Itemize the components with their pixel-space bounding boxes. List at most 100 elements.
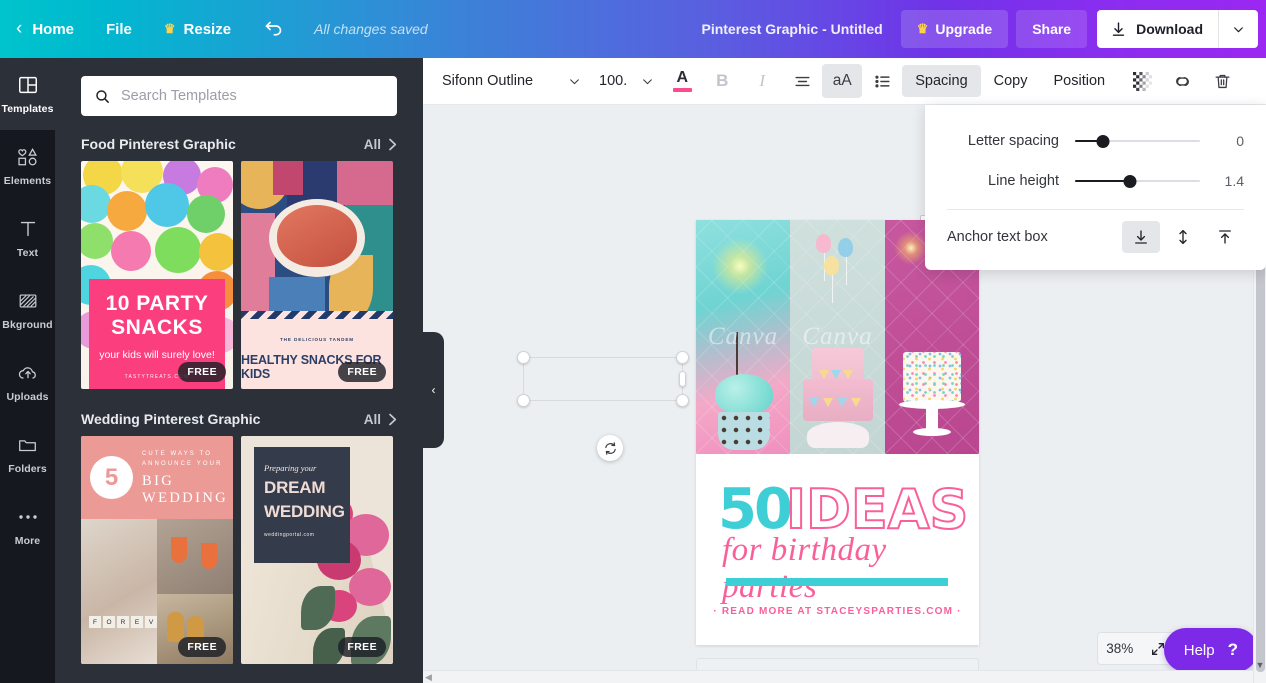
case-label: aA [833,72,852,90]
templates-icon [17,73,39,97]
anchor-top-button[interactable] [1206,221,1244,253]
spacing-button[interactable]: Spacing [902,65,980,97]
sidebar-item-folders[interactable]: Folders [0,418,55,490]
section-header-food: Food Pinterest Graphic All [55,126,423,161]
hero-photo-cake[interactable]: Canva [790,220,885,454]
letter-tile: O [103,616,115,628]
section-all-link-food[interactable]: All [364,137,397,152]
drinks-photo [157,519,233,594]
share-button[interactable]: Share [1016,10,1087,48]
transparency-button[interactable] [1122,64,1162,98]
help-button[interactable]: Help ? [1164,628,1258,672]
search-input[interactable] [121,88,384,104]
template-url: weddingportal.com [264,532,340,538]
font-family-selector[interactable]: Sifonn Outline [431,65,589,97]
balloon-art [838,238,853,257]
line-height-row: Line height 1.4 [947,161,1244,201]
horizontal-scrollbar[interactable]: ◀ [423,670,1253,683]
resize-label: Resize [184,21,232,38]
scroll-left-arrow-icon[interactable]: ◀ [425,672,432,683]
bold-button[interactable]: B [702,64,742,98]
anchor-bottom-button[interactable] [1122,221,1160,253]
download-options-button[interactable] [1218,10,1258,48]
trash-icon [1213,72,1232,91]
template-card-dream-wedding[interactable]: Preparing your DREAM WEDDING weddingport… [241,436,393,664]
watermark-text: Canva [708,323,778,351]
slider-knob[interactable] [1096,135,1109,148]
template-card-big-wedding[interactable]: 5 CUTE WAYS TO ANNOUNCE YOUR BIG WEDDING… [81,436,233,664]
background-icon [17,289,39,313]
section-all-link-wedding[interactable]: All [364,412,397,427]
delete-button[interactable] [1202,64,1242,98]
letter-tile: F [89,616,101,628]
download-button[interactable]: Download [1097,10,1218,48]
sprinkle-cake-art [899,352,965,436]
anchor-middle-button[interactable] [1164,221,1202,253]
position-button[interactable]: Position [1041,65,1119,97]
resize-handle-middle-right[interactable] [679,371,686,387]
letter-tile: V [145,616,157,628]
sidebar-item-uploads[interactable]: Uploads [0,346,55,418]
scroll-down-arrow-icon[interactable]: ▼ [1254,660,1266,670]
line-height-slider[interactable] [1075,174,1200,188]
italic-button[interactable]: I [742,64,782,98]
templates-panel: Food Pinterest Graphic All [55,58,423,683]
link-button[interactable] [1162,64,1202,98]
canva-editor-window: ‹ Home File ♛ Resize All changes saved P… [0,0,1266,683]
search-box[interactable] [81,76,397,116]
undo-button[interactable] [247,0,300,58]
sidebar-item-more[interactable]: More [0,490,55,562]
free-badge: FREE [178,637,226,657]
big-wedding-text: CUTE WAYS TO ANNOUNCE YOUR BIG WEDDING [142,449,233,507]
sidebar-item-background[interactable]: Bkground [0,274,55,346]
resize-handle-bottom-right[interactable] [676,394,689,407]
resize-handle-top-left[interactable] [517,351,530,364]
template-card-healthy-snacks[interactable]: THE DELICIOUS TANDEM HEALTHY SNACKS FOR … [241,161,393,389]
selection-frame[interactable] [523,357,683,401]
chevron-right-icon [388,138,397,151]
text-color-button[interactable]: A [662,64,702,98]
letter-spacing-slider[interactable] [1075,134,1200,148]
template-number: 5 [90,456,133,499]
template-card-party-snacks[interactable]: 10 PARTY SNACKS your kids will surely lo… [81,161,233,389]
upgrade-button[interactable]: ♛ Upgrade [901,10,1008,48]
text-color-glyph: A [676,70,688,86]
sidebar-item-templates[interactable]: Templates [0,58,55,130]
anchor-middle-icon [1174,228,1192,246]
bullet-list-button[interactable] [862,64,902,98]
home-button[interactable]: ‹ Home [0,0,90,58]
uploads-icon [16,361,40,385]
free-badge: FREE [178,362,226,382]
copy-button[interactable]: Copy [981,65,1041,97]
font-size-selector[interactable]: 100. [589,65,662,97]
sidebar-label-uploads: Uploads [6,391,48,403]
panel-collapse-button[interactable]: ‹ [423,332,444,448]
sparkler-art [893,230,929,266]
sidebar-item-text[interactable]: Text [0,202,55,274]
letter-spacing-value: 0 [1216,133,1244,149]
design-text-area[interactable]: 50 IDEAS for birthday parties · READ MOR… [696,454,979,645]
section-all-label-wedding: All [364,412,381,427]
more-icon [17,505,39,529]
search-icon [94,88,111,105]
watermelon-art [277,205,357,267]
slider-knob[interactable] [1124,175,1137,188]
document-title[interactable]: Pinterest Graphic - Untitled [683,21,900,37]
text-align-button[interactable] [782,64,822,98]
design-page[interactable]: Canva [696,220,979,645]
subheadline-script[interactable]: for birthday parties [722,532,979,606]
teal-divider-bar[interactable] [726,578,948,586]
resize-button[interactable]: ♛ Resize [148,0,247,58]
footer-text[interactable]: · READ MORE AT STACEYSPARTIES.COM · [696,606,979,617]
headline-row[interactable]: 50 IDEAS [718,482,968,538]
file-menu-button[interactable]: File [90,0,148,58]
text-case-button[interactable]: aA [822,64,862,98]
resize-handle-top-right[interactable] [676,351,689,364]
section-title-wedding: Wedding Pinterest Graphic [81,411,260,427]
resize-handle-bottom-left[interactable] [517,394,530,407]
rotate-handle[interactable] [597,435,623,461]
sidebar-label-elements: Elements [4,175,52,187]
hero-photo-cupcake[interactable]: Canva [696,220,790,454]
line-height-value: 1.4 [1216,173,1244,189]
sidebar-item-elements[interactable]: Elements [0,130,55,202]
